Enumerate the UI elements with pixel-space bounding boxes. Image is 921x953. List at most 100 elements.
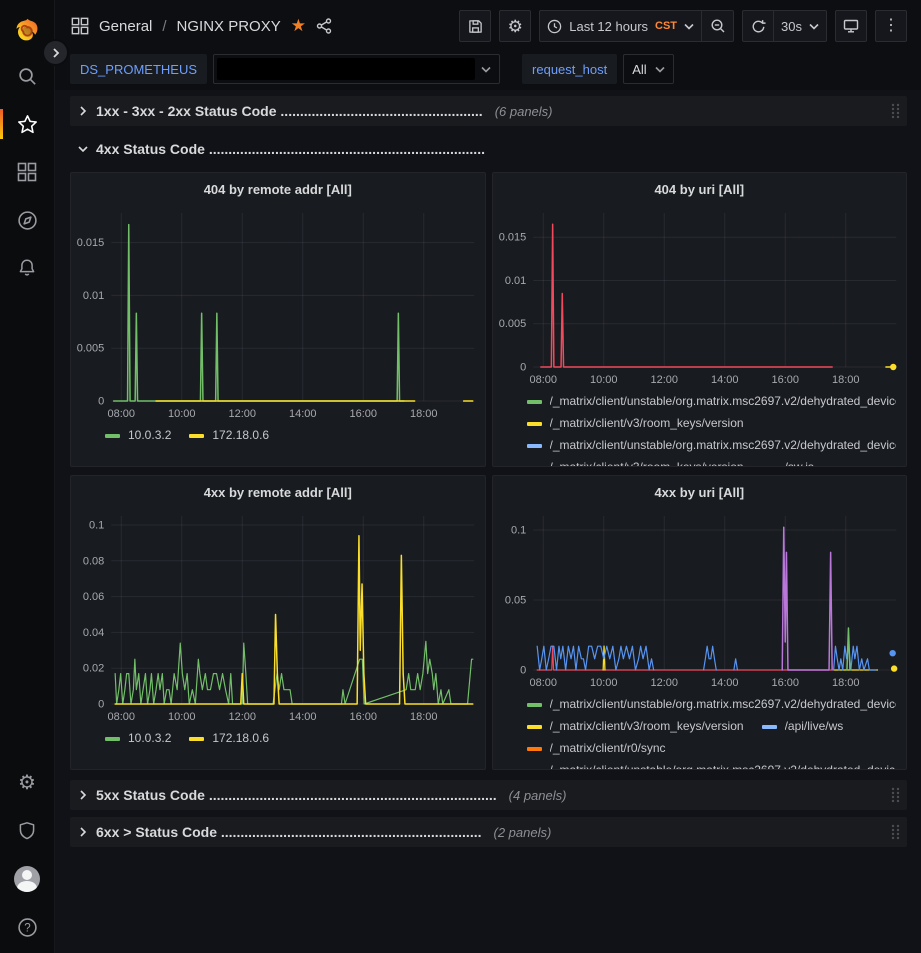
legend-swatch: [527, 769, 542, 771]
svg-text:18:00: 18:00: [831, 677, 859, 689]
row-header-1xx-3xx-2xx[interactable]: 1xx - 3xx - 2xx Status Code ............…: [70, 96, 907, 126]
sidebar-item-help[interactable]: ?: [0, 903, 54, 951]
sidebar-expand-button[interactable]: [42, 39, 69, 66]
drag-handle[interactable]: [890, 103, 901, 120]
time-range-picker[interactable]: Last 12 hours CST: [539, 10, 702, 42]
refresh-button[interactable]: [742, 10, 774, 42]
dashboard-title[interactable]: NGINX PROXY: [177, 18, 281, 35]
svg-text:12:00: 12:00: [228, 711, 256, 723]
legend-swatch: [527, 466, 542, 468]
row-header-5xx[interactable]: 5xx Status Code ........................…: [70, 780, 907, 810]
legend-item[interactable]: /_matrix/client/r0/sync: [527, 740, 666, 757]
legend-label: 10.0.3.2: [128, 427, 171, 444]
legend-swatch: [527, 444, 542, 448]
kebab-menu-button[interactable]: ⋮: [875, 10, 907, 42]
legend-swatch: [527, 747, 542, 751]
sidebar-item-server-admin[interactable]: [0, 807, 54, 855]
legend-item[interactable]: 172.18.0.6: [189, 427, 269, 444]
legend-label: /_matrix/client/v3/room_keys/version: [550, 415, 744, 432]
svg-text:0.01: 0.01: [83, 290, 104, 302]
request-host-value: All: [632, 62, 646, 77]
legend-item[interactable]: 10.0.3.2: [105, 427, 171, 444]
sidebar-item-profile[interactable]: [0, 855, 54, 903]
legend-item[interactable]: /_matrix/client/v3/room_keys/version: [527, 459, 744, 467]
legend-item[interactable]: /_matrix/client/v3/room_keys/version: [527, 718, 744, 735]
legend-swatch: [527, 400, 542, 404]
breadcrumb-folder[interactable]: General: [99, 18, 152, 35]
sidebar-item-alerting[interactable]: [0, 244, 54, 292]
drag-handle[interactable]: [890, 787, 901, 804]
legend-item[interactable]: /_matrix/client/unstable/org.matrix.msc2…: [527, 393, 897, 410]
shield-icon: [17, 821, 37, 841]
legend-item[interactable]: 172.18.0.6: [189, 730, 269, 747]
panel-title[interactable]: 404 by uri [All]: [493, 173, 907, 205]
panel-title[interactable]: 4xx by uri [All]: [493, 476, 907, 508]
legend-item[interactable]: /api/live/ws: [762, 718, 844, 735]
legend-swatch: [189, 737, 204, 741]
clock-icon: [547, 19, 562, 34]
zoom-out-button[interactable]: [702, 10, 734, 42]
svg-text:0.015: 0.015: [77, 237, 105, 249]
chart-4xx-by-remote-addr[interactable]: 08:0010:0012:0014:0016:0018:0000.020.040…: [71, 508, 485, 726]
sidebar-item-dashboards[interactable]: [0, 148, 54, 196]
legend-item[interactable]: 10.0.3.2: [105, 730, 171, 747]
svg-text:12:00: 12:00: [650, 374, 678, 386]
refresh-group: 30s: [742, 10, 827, 42]
sidebar-item-explore[interactable]: [0, 196, 54, 244]
legend-item[interactable]: /_matrix/client/v3/room_keys/version: [527, 415, 744, 432]
svg-text:08:00: 08:00: [529, 374, 557, 386]
legend-item[interactable]: /_matrix/client/unstable/org.matrix.msc2…: [527, 696, 897, 713]
chart-4xx-by-uri[interactable]: 08:0010:0012:0014:0016:0018:0000.050.1: [493, 508, 907, 692]
bell-icon: [17, 258, 37, 278]
gear-icon: ⚙: [18, 773, 36, 793]
dashboard-canvas: 1xx - 3xx - 2xx Status Code ............…: [55, 90, 921, 953]
legend-swatch: [527, 703, 542, 707]
dashboard-settings-button[interactable]: ⚙: [499, 10, 531, 42]
variable-value-ds-prometheus[interactable]: [213, 54, 500, 84]
row-header-4xx[interactable]: 4xx Status Code ........................…: [70, 134, 907, 164]
compass-icon: [17, 210, 38, 231]
sidebar-item-configuration[interactable]: ⚙: [0, 759, 54, 807]
row-title: 1xx - 3xx - 2xx Status Code ............…: [96, 103, 483, 119]
favorite-star-icon[interactable]: ★: [291, 16, 306, 36]
tv-mode-button[interactable]: [835, 10, 867, 42]
variable-value-request-host[interactable]: All: [623, 54, 673, 84]
chart-404-by-uri[interactable]: 08:0010:0012:0014:0016:0018:0000.0050.01…: [493, 205, 907, 389]
panel-title[interactable]: 4xx by remote addr [All]: [71, 476, 485, 508]
sidebar-bottom: ⚙ ?: [0, 759, 54, 951]
drag-handle[interactable]: [890, 824, 901, 841]
svg-text:16:00: 16:00: [349, 711, 377, 723]
svg-text:0.06: 0.06: [83, 591, 104, 603]
save-dashboard-button[interactable]: [459, 10, 491, 42]
svg-text:14:00: 14:00: [710, 374, 738, 386]
svg-text:0: 0: [98, 699, 104, 711]
legend-label: /sw.js: [785, 459, 814, 467]
svg-text:0.02: 0.02: [83, 663, 104, 675]
panel-title[interactable]: 404 by remote addr [All]: [71, 173, 485, 205]
topbar-tools: ⚙ Last 12 hours CST: [459, 10, 907, 42]
svg-text:16:00: 16:00: [771, 677, 799, 689]
panel-grid: 404 by remote addr [All] 08:0010:0012:00…: [70, 172, 907, 770]
grafana-app: ⚙ ?: [0, 0, 921, 953]
variable-ds-prometheus: DS_PROMETHEUS: [70, 54, 500, 84]
variables-submenu: DS_PROMETHEUS request_host All: [55, 52, 921, 90]
chart-legend: /_matrix/client/unstable/org.matrix.msc2…: [493, 692, 907, 770]
help-icon: ?: [17, 917, 38, 938]
legend-item[interactable]: /sw.js: [762, 459, 814, 467]
chart-404-by-remote-addr[interactable]: 08:0010:0012:0014:0016:0018:0000.0050.01…: [71, 205, 485, 423]
panel-404-by-remote-addr: 404 by remote addr [All] 08:0010:0012:00…: [70, 172, 486, 467]
row-header-6xx[interactable]: 6xx > Status Code ......................…: [70, 817, 907, 847]
refresh-interval-label: 30s: [781, 19, 802, 34]
legend-item[interactable]: /_matrix/client/unstable/org.matrix.msc2…: [527, 437, 897, 454]
legend-item[interactable]: /_matrix/client/unstable/org.matrix.msc2…: [527, 762, 897, 770]
time-range-label: Last 12 hours: [569, 19, 648, 34]
legend-swatch: [762, 725, 777, 729]
legend-label: /api/live/ws: [785, 718, 844, 735]
share-icon[interactable]: [316, 18, 332, 34]
sidebar-item-starred[interactable]: [0, 100, 54, 148]
variable-label-ds-prometheus: DS_PROMETHEUS: [70, 54, 207, 84]
grafana-logo-icon: [14, 17, 41, 44]
svg-text:18:00: 18:00: [410, 711, 438, 723]
variable-label-request-host: request_host: [522, 54, 617, 84]
refresh-interval-dropdown[interactable]: 30s: [774, 10, 827, 42]
